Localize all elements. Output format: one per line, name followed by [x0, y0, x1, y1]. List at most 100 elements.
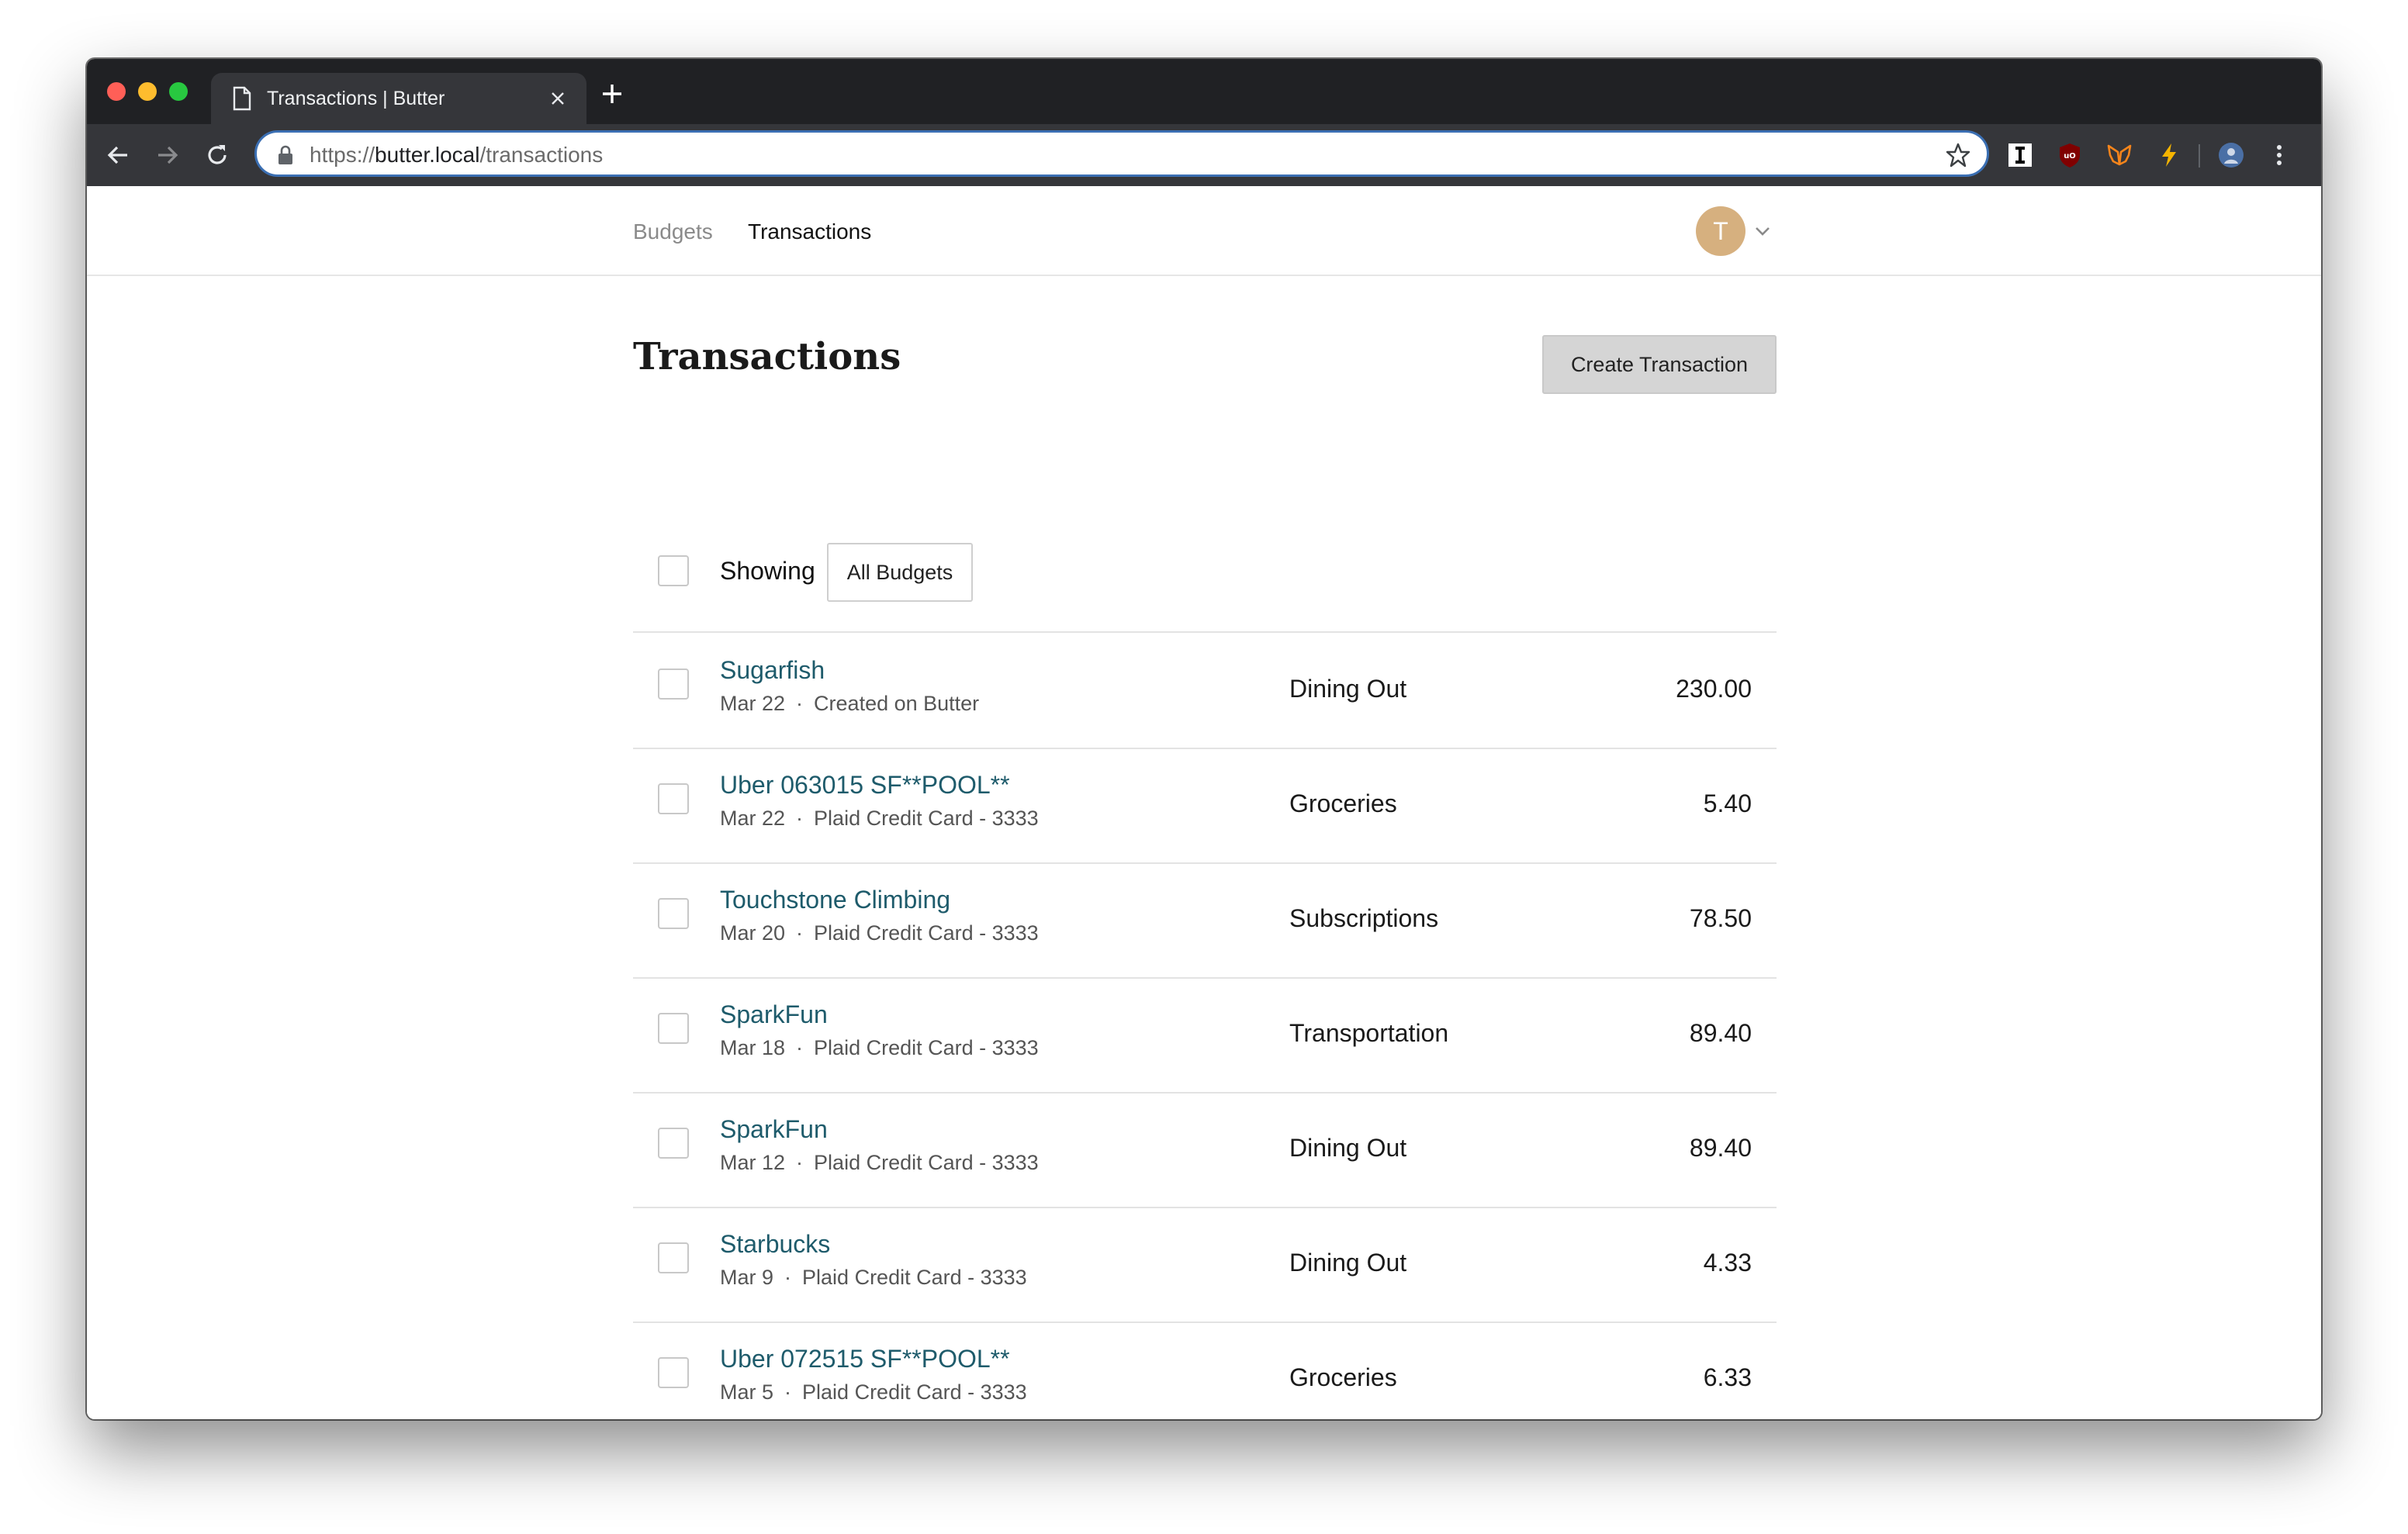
transaction-row[interactable]: SparkFun Mar 12 · Plaid Credit Card - 3333 D…: [633, 1093, 1777, 1208]
transaction-source: Plaid Credit Card - 3333: [802, 1266, 1027, 1289]
transaction-row[interactable]: Starbucks Mar 9 · Plaid Credit Card - 3333 D…: [633, 1208, 1777, 1323]
separator-dot: ·: [784, 1266, 792, 1289]
reload-icon[interactable]: [203, 141, 231, 169]
transaction-budget[interactable]: Subscriptions: [1289, 903, 1438, 934]
transaction-name-link[interactable]: Starbucks: [720, 1228, 830, 1259]
transaction-meta: Mar 22 · Plaid Credit Card - 3333: [720, 805, 1039, 831]
browser-tab[interactable]: Transactions | Butter: [211, 73, 586, 124]
create-transaction-button[interactable]: Create Transaction: [1542, 335, 1777, 394]
instapaper-extension-icon[interactable]: [2006, 141, 2034, 169]
url-scheme: https://: [310, 143, 375, 167]
page-content: Budgets Transactions T Transactions Crea…: [87, 186, 2321, 1419]
new-tab-icon[interactable]: [599, 81, 625, 107]
transaction-checkbox[interactable]: [658, 1013, 689, 1044]
transaction-checkbox[interactable]: [658, 669, 689, 700]
transaction-checkbox[interactable]: [658, 783, 689, 814]
metamask-extension-icon[interactable]: [2105, 141, 2133, 169]
close-window-button[interactable]: [107, 82, 126, 101]
transaction-row[interactable]: Touchstone Climbing Mar 20 · Plaid Credit C…: [633, 864, 1777, 979]
lock-icon: [279, 145, 292, 164]
top-navigation: Budgets Transactions T: [87, 186, 2321, 276]
transaction-row[interactable]: Uber 063015 SF**POOL** Mar 22 · Plaid Credi…: [633, 749, 1777, 864]
svg-text:uO: uO: [2064, 152, 2076, 161]
transaction-budget[interactable]: Groceries: [1289, 788, 1397, 819]
transaction-meta: Mar 20 · Plaid Credit Card - 3333: [720, 920, 1039, 946]
transaction-name-link[interactable]: Uber 063015 SF**POOL**: [720, 769, 1010, 800]
nav-link-transactions[interactable]: Transactions: [748, 219, 871, 245]
transaction-source: Plaid Credit Card - 3333: [802, 1380, 1027, 1404]
more-menu-icon[interactable]: [2265, 141, 2293, 169]
transaction-checkbox[interactable]: [658, 1128, 689, 1159]
transaction-source: Created on Butter: [814, 692, 980, 715]
transaction-date: Mar 12: [720, 1151, 786, 1174]
transaction-meta: Mar 22 · Created on Butter: [720, 690, 979, 717]
transaction-name-link[interactable]: Uber 072515 SF**POOL**: [720, 1343, 1010, 1374]
select-all-checkbox[interactable]: [658, 555, 689, 586]
transaction-row[interactable]: Uber 072515 SF**POOL** Mar 5 · Plaid Credit…: [633, 1323, 1777, 1419]
transaction-budget[interactable]: Dining Out: [1289, 1247, 1406, 1278]
budget-filter-select[interactable]: All Budgets: [827, 543, 973, 602]
address-bar[interactable]: https://butter.local/transactions: [254, 130, 1989, 177]
showing-label: Showing: [720, 557, 815, 585]
transaction-date: Mar 5: [720, 1380, 774, 1404]
browser-toolbar: https://butter.local/transactions uO: [87, 124, 2321, 186]
transaction-meta: Mar 9 · Plaid Credit Card - 3333: [720, 1264, 1027, 1290]
transaction-budget[interactable]: Transportation: [1289, 1017, 1448, 1049]
page-title: Transactions: [633, 335, 901, 378]
transaction-checkbox[interactable]: [658, 1357, 689, 1388]
transaction-amount: 4.33: [1703, 1249, 1752, 1277]
minimize-window-button[interactable]: [138, 82, 157, 101]
transaction-amount: 89.40: [1689, 1019, 1752, 1047]
transaction-row[interactable]: SparkFun Mar 18 · Plaid Credit Card - 3333 T…: [633, 979, 1777, 1093]
separator-dot: ·: [796, 921, 804, 945]
transaction-amount: 6.33: [1703, 1363, 1752, 1391]
transaction-budget[interactable]: Dining Out: [1289, 673, 1406, 704]
transaction-amount: 5.40: [1703, 789, 1752, 817]
transaction-name-link[interactable]: Touchstone Climbing: [720, 884, 950, 915]
separator-dot: ·: [784, 1380, 792, 1404]
transaction-date: Mar 9: [720, 1266, 774, 1289]
transaction-amount: 230.00: [1676, 675, 1752, 703]
nav-link-budgets[interactable]: Budgets: [633, 219, 713, 245]
transaction-budget[interactable]: Groceries: [1289, 1362, 1397, 1393]
transaction-meta: Mar 18 · Plaid Credit Card - 3333: [720, 1035, 1039, 1061]
separator-dot: ·: [796, 1036, 804, 1059]
maximize-window-button[interactable]: [169, 82, 188, 101]
transaction-meta: Mar 12 · Plaid Credit Card - 3333: [720, 1149, 1039, 1176]
transaction-name-link[interactable]: SparkFun: [720, 999, 828, 1030]
transaction-checkbox[interactable]: [658, 1242, 689, 1273]
transaction-budget[interactable]: Dining Out: [1289, 1132, 1406, 1163]
tab-title: Transactions | Butter: [267, 88, 445, 109]
close-tab-icon[interactable]: [546, 87, 569, 110]
transaction-date: Mar 22: [720, 692, 786, 715]
transaction-name-link[interactable]: SparkFun: [720, 1114, 828, 1145]
toolbar-divider: [2199, 144, 2200, 168]
url-text: https://butter.local/transactions: [310, 143, 603, 168]
lightning-extension-icon[interactable]: [2155, 141, 2183, 169]
filter-row: Showing All Budgets: [633, 527, 1777, 633]
transaction-date: Mar 22: [720, 807, 786, 830]
transaction-date: Mar 20: [720, 921, 786, 945]
back-arrow-icon[interactable]: [104, 141, 132, 169]
ublock-extension-icon[interactable]: uO: [2056, 141, 2084, 169]
chevron-down-icon[interactable]: [1753, 223, 1772, 239]
avatar[interactable]: T: [1696, 206, 1745, 256]
transaction-source: Plaid Credit Card - 3333: [814, 807, 1039, 830]
transaction-row[interactable]: Sugarfish Mar 22 · Created on Butter Dining …: [633, 634, 1777, 749]
transaction-name-link[interactable]: Sugarfish: [720, 655, 825, 686]
bookmark-star-icon[interactable]: [1945, 142, 1971, 168]
transaction-date: Mar 18: [720, 1036, 786, 1059]
transaction-source: Plaid Credit Card - 3333: [814, 1036, 1039, 1059]
transaction-source: Plaid Credit Card - 3333: [814, 1151, 1039, 1174]
transaction-amount: 78.50: [1689, 904, 1752, 932]
forward-arrow-icon[interactable]: [154, 141, 182, 169]
browser-window: Transactions | Butter https://butter.loc…: [87, 59, 2321, 1419]
transaction-source: Plaid Credit Card - 3333: [814, 921, 1039, 945]
transaction-checkbox[interactable]: [658, 898, 689, 929]
separator-dot: ·: [796, 692, 804, 715]
separator-dot: ·: [796, 807, 804, 830]
profile-icon[interactable]: [2217, 141, 2245, 169]
transactions-list: Sugarfish Mar 22 · Created on Butter Dining …: [633, 634, 1777, 1419]
separator-dot: ·: [796, 1151, 804, 1174]
document-icon: [233, 86, 251, 111]
